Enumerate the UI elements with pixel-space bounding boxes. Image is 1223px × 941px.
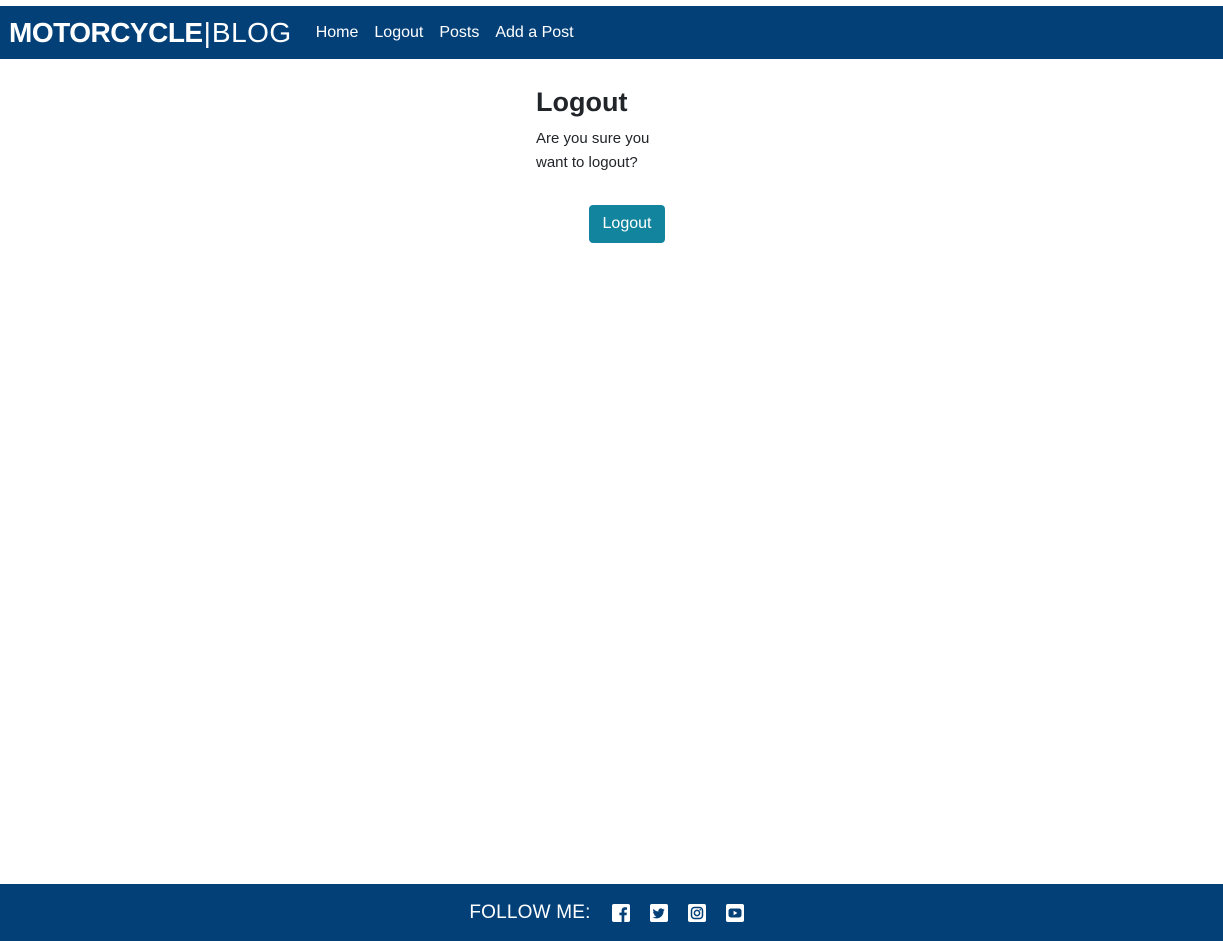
twitter-icon[interactable]: [649, 903, 668, 922]
nav-links: Home Logout Posts Add a Post: [316, 24, 590, 42]
facebook-icon[interactable]: [611, 903, 630, 922]
logout-panel: Logout Are you sure you want to logout?: [536, 86, 696, 175]
brand-light-text: BLOG: [211, 16, 292, 48]
instagram-icon[interactable]: [687, 903, 706, 922]
top-navbar: MOTORCYCLE | BLOG Home Logout Posts Add …: [0, 6, 1223, 59]
page-title: Logout: [536, 87, 628, 117]
brand-bold-text: MOTORCYCLE: [9, 16, 203, 48]
brand-logo[interactable]: MOTORCYCLE | BLOG: [9, 16, 292, 48]
nav-link-home[interactable]: Home: [316, 24, 359, 42]
youtube-icon[interactable]: [725, 903, 744, 922]
footer: FOLLOW ME:: [0, 884, 1223, 941]
nav-link-logout[interactable]: Logout: [374, 24, 423, 42]
page: MOTORCYCLE | BLOG Home Logout Posts Add …: [0, 0, 1223, 941]
logout-confirm-message: Are you sure you want to logout?: [536, 130, 650, 171]
nav-link-posts[interactable]: Posts: [439, 24, 479, 42]
logout-button[interactable]: Logout: [589, 205, 665, 243]
nav-link-add-post[interactable]: Add a Post: [495, 24, 573, 42]
brand-separator: |: [203, 16, 211, 48]
follow-me-label: FOLLOW ME:: [469, 901, 591, 923]
